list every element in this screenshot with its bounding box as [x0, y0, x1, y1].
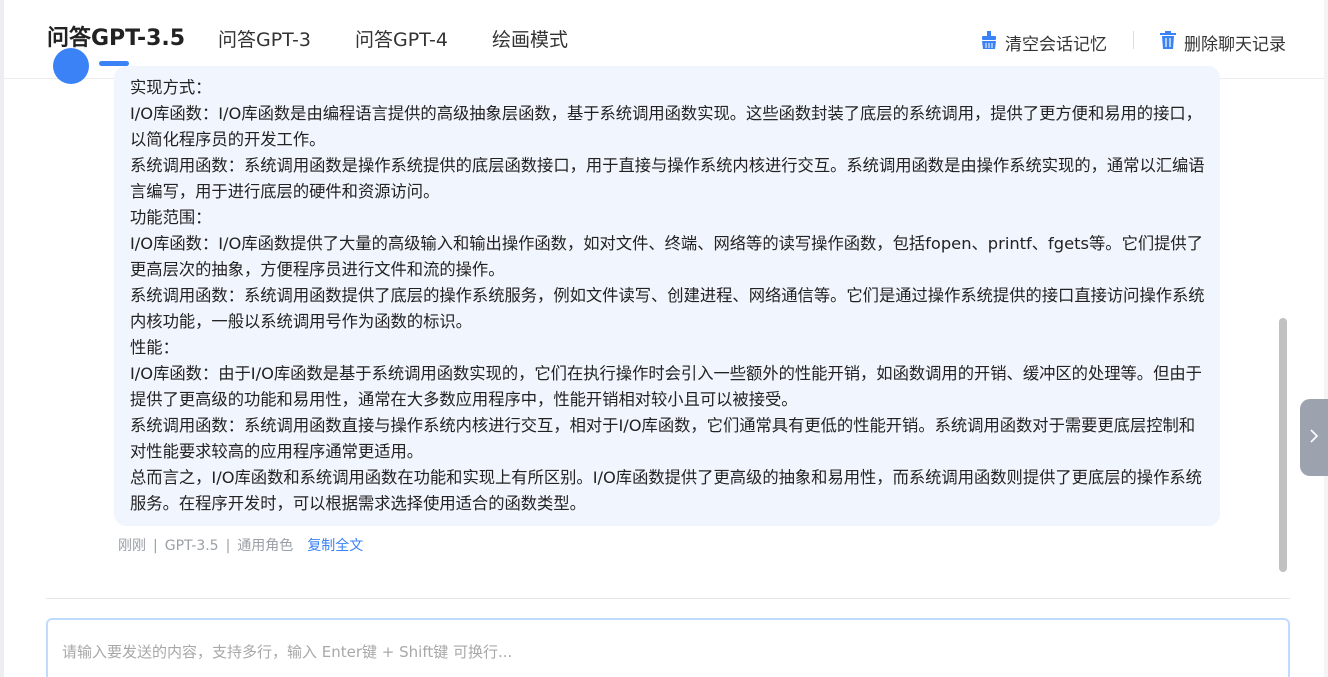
header-separator — [1133, 31, 1134, 49]
message-paragraph: 总而言之，I/O库函数和系统调用函数在功能和实现上有所区别。I/O库函数提供了更… — [130, 468, 1202, 513]
tab-drawing-mode[interactable]: 绘画模式 — [492, 28, 568, 52]
meta-separator: | — [225, 538, 231, 554]
message-content: 实现方式： I/O库函数：I/O库函数是由编程语言提供的高级抽象层函数，基于系统… — [130, 75, 1206, 517]
message-time: 刚刚 — [118, 538, 146, 554]
message-paragraph: I/O库函数：由于I/O库函数是基于系统调用函数实现的，它们在执行操作时会引入一… — [130, 364, 1202, 409]
message-paragraph: 性能： — [130, 338, 179, 357]
broom-icon — [979, 30, 999, 55]
tab-gpt-4[interactable]: 问答GPT-4 — [355, 28, 448, 52]
message-paragraph: I/O库函数：I/O库函数是由编程语言提供的高级抽象层函数，基于系统调用函数实现… — [130, 104, 1202, 149]
message-paragraph: 实现方式： — [130, 78, 212, 97]
message-meta: 刚刚 | GPT-3.5 | 通用角色 复制全文 — [118, 536, 363, 556]
input-divider — [46, 598, 1290, 599]
message-paragraph: 系统调用函数：系统调用函数是操作系统提供的底层函数接口，用于直接与操作系统内核进… — [130, 156, 1205, 201]
message-role: 通用角色 — [237, 538, 294, 554]
delete-history-button[interactable]: 删除聊天记录 — [1158, 30, 1286, 55]
clear-memory-label: 清空会话记忆 — [1005, 35, 1107, 55]
message-model: GPT-3.5 — [164, 538, 219, 554]
chevron-right-icon — [1307, 428, 1321, 447]
delete-history-label: 删除聊天记录 — [1184, 35, 1286, 55]
message-input[interactable] — [62, 640, 1262, 668]
copy-all-button[interactable]: 复制全文 — [307, 538, 363, 554]
trash-icon — [1158, 30, 1178, 55]
message-paragraph: 系统调用函数：系统调用函数直接与操作系统内核进行交互，相对于I/O库函数，它们通… — [130, 416, 1196, 461]
message-paragraph: 系统调用函数：系统调用函数提供了底层的操作系统服务，例如文件读写、创建进程、网络… — [130, 286, 1205, 331]
message-input-container — [46, 618, 1290, 677]
message-paragraph: 功能范围： — [130, 208, 212, 227]
message-paragraph: I/O库函数：I/O库函数提供了大量的高级输入和输出操作函数，如对文件、终端、网… — [130, 234, 1203, 279]
side-panel-toggle[interactable] — [1300, 399, 1328, 476]
assistant-avatar — [53, 48, 89, 84]
tab-gpt-3[interactable]: 问答GPT-3 — [218, 28, 311, 52]
clear-memory-button[interactable]: 清空会话记忆 — [979, 30, 1107, 55]
chat-app: 问答GPT-3.5 问答GPT-3 问答GPT-4 绘画模式 清空会话记忆 删除… — [4, 0, 1324, 677]
meta-separator: | — [153, 538, 158, 554]
chat-scrollbar-thumb[interactable] — [1279, 318, 1287, 572]
